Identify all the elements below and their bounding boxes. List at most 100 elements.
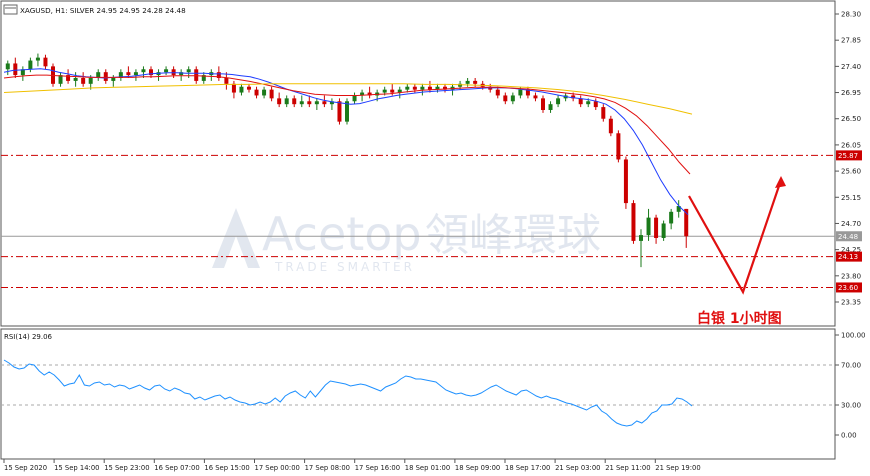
- price-tick-label: 23.80: [841, 272, 861, 280]
- candle-body: [307, 101, 312, 105]
- candle-body: [420, 86, 425, 90]
- time-tick-label: 18 Sep 01:00: [405, 464, 450, 472]
- candle-body: [654, 217, 659, 238]
- candle-body: [186, 69, 191, 73]
- candle-body: [541, 98, 545, 110]
- candle-body: [646, 217, 651, 236]
- watermark-brand: Acetop: [262, 207, 422, 261]
- price-tag-label: 24.13: [838, 253, 858, 261]
- price-tick-label: 25.60: [841, 168, 861, 176]
- candle-body: [495, 89, 500, 96]
- time-tick-label: 16 Sep 15:00: [204, 464, 249, 472]
- candle-body: [5, 63, 10, 70]
- candle-body: [262, 89, 267, 96]
- candle-body: [231, 83, 236, 93]
- rsi-title: RSI(14) 29.06: [4, 333, 53, 341]
- price-tag-label: 23.60: [838, 284, 858, 292]
- candle-body: [254, 89, 259, 96]
- candle-body: [510, 95, 515, 102]
- rsi-panel-frame: [0, 328, 836, 460]
- candle-body: [639, 235, 643, 241]
- symbol-header: XAGUSD, H1: SILVER 24.95 24.95 24.28 24.…: [3, 4, 186, 15]
- watermark-chinese: 領峰環球: [425, 210, 601, 261]
- candle-body: [352, 95, 357, 102]
- candle-body: [277, 98, 282, 105]
- time-tick-label: 17 Sep 00:00: [255, 464, 300, 472]
- candle-body: [126, 72, 131, 76]
- candle-body: [13, 63, 18, 76]
- candle-body: [608, 118, 613, 134]
- time-tick-label: 18 Sep 09:00: [455, 464, 500, 472]
- candle-body: [247, 86, 251, 90]
- price-tick-label: 26.50: [841, 115, 861, 123]
- price-tag-label: 25.87: [838, 152, 858, 160]
- symbol-line: XAGUSD, H1: SILVER 24.95 24.95 24.28 24.…: [20, 6, 186, 15]
- time-tick-label: 21 Sep 11:00: [605, 464, 650, 472]
- candle-body: [133, 72, 138, 76]
- watermark-tagline: TRADE SMARTER: [274, 260, 415, 274]
- candle-body: [661, 223, 666, 238]
- price-tick-label: 26.95: [841, 89, 861, 97]
- candle-body: [292, 98, 297, 105]
- candle-body: [593, 101, 598, 108]
- price-tick-label: 23.35: [841, 299, 861, 307]
- candle-body: [623, 159, 628, 204]
- candle-body: [239, 86, 244, 93]
- price-tick-label: 25.15: [841, 194, 861, 202]
- candle-body: [81, 78, 86, 84]
- candle-body: [111, 78, 116, 81]
- candle-body: [556, 98, 561, 105]
- candle-body: [669, 211, 674, 224]
- candle-body: [616, 133, 621, 160]
- time-tick-label: 16 Sep 07:00: [154, 464, 199, 472]
- chart-window: Acetop 領峰環球 TRADE SMARTER XAGUSD, H1: SI…: [0, 0, 866, 472]
- time-tick-label: 18 Sep 17:00: [505, 464, 550, 472]
- candle-body: [171, 69, 176, 76]
- rsi-tick-label: 30.00: [841, 402, 861, 410]
- candle-body: [601, 107, 606, 119]
- time-tick-label: 17 Sep 16:00: [355, 464, 400, 472]
- candle-body: [141, 69, 146, 73]
- time-tick-label: 21 Sep 19:00: [655, 464, 700, 472]
- time-tick-label: 15 Sep 14:00: [54, 464, 99, 472]
- candle-body: [43, 57, 48, 67]
- price-tick-label: 28.30: [841, 11, 861, 19]
- rsi-tick-label: 0.00: [841, 432, 857, 440]
- candle-body: [631, 203, 636, 241]
- candle-body: [465, 80, 470, 84]
- candle-body: [533, 95, 538, 99]
- candle-body: [382, 89, 387, 93]
- price-panel-frame: [0, 0, 836, 327]
- time-tick-label: 15 Sep 2020: [4, 464, 47, 472]
- candle-body: [322, 101, 327, 105]
- candle-body: [299, 101, 304, 105]
- candle-body: [88, 78, 93, 84]
- candle-body: [284, 98, 289, 105]
- candle-body: [35, 57, 40, 61]
- candle-body: [405, 86, 410, 90]
- rsi-tick-label: 100.00: [841, 332, 866, 340]
- candle-body: [28, 60, 33, 70]
- candle-body: [473, 80, 478, 84]
- candle-body: [503, 95, 508, 102]
- candle-body: [314, 101, 319, 105]
- time-tick-label: 21 Sep 03:00: [555, 464, 600, 472]
- candle-body: [103, 72, 108, 81]
- time-tick-label: 15 Sep 23:00: [104, 464, 149, 472]
- candle-body: [194, 69, 199, 81]
- time-tick-label: 17 Sep 08:00: [305, 464, 350, 472]
- candle-body: [518, 89, 523, 96]
- candle-body: [269, 89, 274, 99]
- price-tick-label: 24.70: [841, 220, 861, 228]
- price-tick-label: 27.40: [841, 63, 861, 71]
- candle-body: [586, 101, 591, 105]
- candle-body: [412, 86, 417, 90]
- annotation-label: 白银 1小时图: [697, 310, 782, 327]
- candle-body: [73, 78, 78, 81]
- candle-body: [390, 89, 395, 93]
- candle-body: [337, 101, 342, 122]
- candle-body: [548, 104, 553, 110]
- price-tick-label: 27.85: [841, 37, 861, 45]
- rsi-tick-label: 70.00: [841, 362, 861, 370]
- candle-body: [224, 78, 229, 84]
